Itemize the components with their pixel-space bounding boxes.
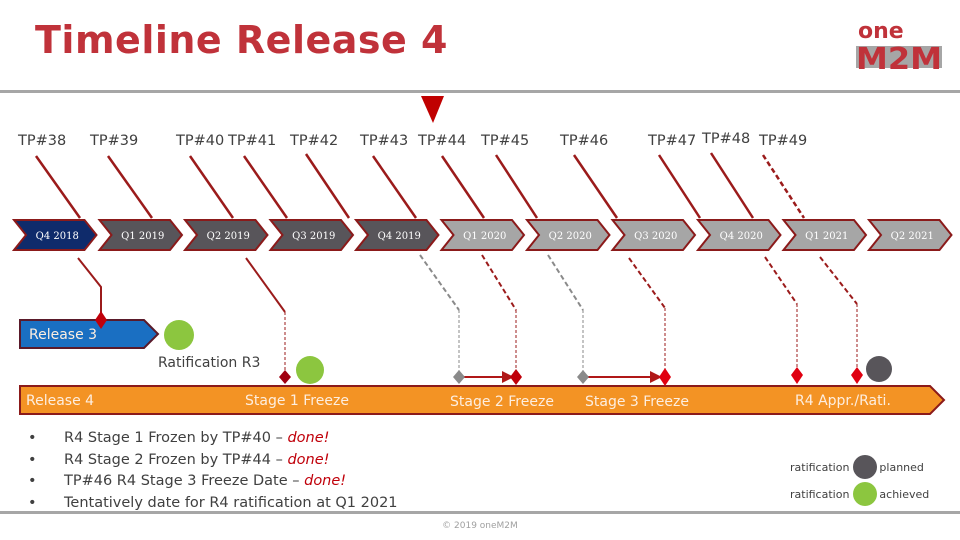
r4-ratification-diamond [851, 367, 863, 384]
tp-meeting-label: TP#43 [359, 133, 408, 149]
connector-r4-ratification [819, 256, 858, 305]
r4-approval-diamond [791, 367, 803, 384]
quarter-chevrons: Q4 2018 Q1 2019 Q2 2019 Q3 2019 Q4 2019 Q1 20… [11, 219, 953, 251]
tp-meeting-label: TP#44 [417, 133, 466, 149]
stage3-actual-diamond [659, 368, 671, 386]
stage1-achieved-dot [296, 356, 324, 384]
legend-achieved: ratification achieved [790, 482, 929, 506]
quarter-label: Q2 2019 [207, 231, 250, 242]
legend-value: achieved [879, 487, 930, 501]
quarter-label: Q4 2019 [378, 231, 421, 242]
tp-meeting-label: TP#49 [758, 133, 807, 149]
done-badge: done! [287, 430, 330, 446]
quarter-label: Q4 2020 [720, 231, 763, 242]
bullet-item: R4 Stage 1 Frozen by TP#40 – done! [28, 428, 398, 450]
quarter-label: Q4 2018 [36, 231, 79, 242]
legend-planned: ratification planned [790, 455, 924, 479]
connector-tp39-release3 [77, 257, 102, 318]
milestone-stage2-label: Stage 2 Freeze [450, 394, 554, 410]
tp-meeting-line [709, 152, 755, 219]
quarter-label: Q3 2020 [634, 231, 677, 242]
tp-meeting-label: TP#45 [480, 133, 529, 149]
done-badge: done! [287, 451, 330, 468]
tp-meeting-label: TP#47 [647, 133, 696, 149]
release3-label: Release 3 [29, 327, 97, 343]
milestone-stage1-label: Stage 1 Freeze [245, 393, 349, 409]
achieved-dot-icon [853, 482, 878, 506]
stage2-planned-diamond [453, 370, 465, 384]
legend-label: ratification [790, 487, 850, 501]
connector-tp40-stage1 [245, 257, 286, 313]
quarter-label: Q2 2020 [549, 231, 592, 242]
quarter-label: Q1 2021 [805, 231, 848, 242]
tp-meeting-label: TP#38 [17, 133, 66, 149]
bullet-item: TP#46 R4 Stage 3 Freeze Date – done! [28, 471, 398, 493]
done-badge: done! [304, 473, 347, 489]
connector-r4-approval [764, 256, 798, 305]
connector-stage3-actual [628, 257, 666, 309]
tp-meeting-line [371, 155, 418, 219]
tp-meeting-label: TP#48 [701, 131, 750, 147]
tp-meeting-label: TP#46 [559, 133, 608, 149]
ratification-r3-label: Ratification R3 [158, 355, 260, 371]
tp-meeting-line [657, 154, 702, 219]
tp-meeting-line [572, 154, 619, 219]
tp-meeting-line [34, 155, 82, 219]
milestone-diamonds [95, 311, 863, 386]
quarter-label: Q3 2019 [292, 231, 335, 242]
tp-meeting-label: TP#42 [289, 133, 338, 149]
tp-meeting-line [761, 154, 806, 219]
r4-ratification-planned-dot [866, 356, 892, 382]
tp-meeting-line [106, 155, 154, 219]
tp-meeting-line [304, 153, 351, 219]
milestone-r4-approval-label: R4 Appr./Rati. [795, 393, 891, 409]
connector-stage3-planned [547, 254, 584, 311]
stage3-planned-diamond [577, 370, 589, 384]
connector-stage2-planned [419, 254, 460, 311]
stage2-actual-diamond [510, 369, 522, 385]
current-position-marker [421, 96, 444, 123]
tp-meeting-label: TP#40 [175, 133, 224, 149]
legend-label: ratification [790, 460, 850, 474]
tp-lines [34, 152, 806, 219]
tp-meeting-label: TP#39 [89, 133, 138, 149]
legend-value: planned [879, 460, 924, 474]
bullet-item: R4 Stage 2 Frozen by TP#44 – done! [28, 450, 398, 472]
tp-meeting-line [494, 154, 539, 219]
milestone-stage3-label: Stage 3 Freeze [585, 394, 689, 410]
tp-meeting-line [188, 155, 235, 219]
quarter-label: Q1 2020 [463, 231, 506, 242]
footer-divider [0, 511, 960, 514]
tp-labels: TP#38 TP#39 TP#40 TP#41 TP#42 TP#43 TP#44 TP#45… [17, 131, 807, 149]
tp-meeting-label: TP#41 [227, 133, 276, 149]
status-bullet-list: R4 Stage 1 Frozen by TP#40 – done! R4 St… [28, 428, 398, 514]
tp-meeting-line [440, 155, 486, 219]
connector-stage2-actual [481, 254, 517, 311]
quarter-label: Q2 2021 [891, 231, 934, 242]
copyright-footer: © 2019 oneM2M [442, 521, 518, 531]
quarter-label: Q1 2019 [121, 231, 164, 242]
release4-label: Release 4 [26, 393, 94, 409]
stage1-diamond [279, 370, 291, 384]
tp-meeting-line [242, 155, 289, 219]
release3-ratification-achieved-dot [164, 320, 194, 350]
planned-dot-icon [853, 455, 878, 479]
